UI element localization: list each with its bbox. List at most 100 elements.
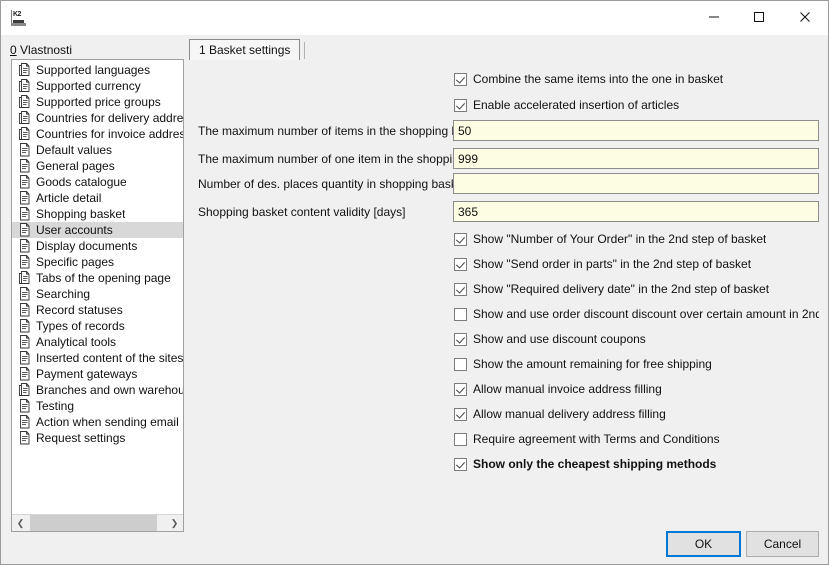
checkbox-checked-icon[interactable]: [454, 233, 467, 246]
checkbox-bottom-0[interactable]: Show "Number of Your Order" in the 2nd s…: [454, 231, 766, 247]
checkbox-label: Require agreement with Terms and Conditi…: [473, 432, 720, 446]
field-input-0[interactable]: [453, 120, 819, 141]
sidebar-item[interactable]: Article detail: [12, 190, 183, 206]
cancel-button[interactable]: Cancel: [746, 531, 819, 557]
checkbox-label: Show "Required delivery date" in the 2nd…: [473, 282, 769, 296]
sidebar-item-label: Supported price groups: [36, 94, 161, 110]
sidebar-item[interactable]: Default values: [12, 142, 183, 158]
field-input-2[interactable]: [453, 173, 819, 194]
scrollbar-thumb[interactable]: [30, 515, 157, 531]
sidebar-item[interactable]: Inserted content of the sites: [12, 350, 183, 366]
minimize-button[interactable]: [691, 1, 737, 33]
multi-document-icon: [18, 383, 31, 397]
document-icon: [18, 191, 31, 205]
checkbox-bottom-1[interactable]: Show "Send order in parts" in the 2nd st…: [454, 256, 751, 272]
sidebar-item-label: Types of records: [36, 318, 125, 334]
tab-separator: [304, 42, 305, 59]
checkbox-label: Combine the same items into the one in b…: [473, 72, 723, 86]
sidebar-item[interactable]: Tabs of the opening page: [12, 270, 183, 286]
scroll-right-arrow-icon[interactable]: ❯: [166, 515, 183, 531]
document-icon: [18, 143, 31, 157]
sidebar-item[interactable]: Countries for invoice addresses: [12, 126, 183, 142]
checkbox-bottom-6[interactable]: Allow manual invoice address filling: [454, 381, 662, 397]
sidebar-item[interactable]: Record statuses: [12, 302, 183, 318]
checkbox-unchecked-icon[interactable]: [454, 308, 467, 321]
horizontal-scrollbar[interactable]: ❮ ❯: [12, 514, 183, 531]
sidebar-item[interactable]: Request settings: [12, 430, 183, 446]
checkbox-bottom-8[interactable]: Require agreement with Terms and Conditi…: [454, 431, 720, 447]
sidebar-item[interactable]: Payment gateways: [12, 366, 183, 382]
sidebar-item-label: Record statuses: [36, 302, 123, 318]
checkbox-unchecked-icon[interactable]: [454, 358, 467, 371]
sidebar-item[interactable]: Testing: [12, 398, 183, 414]
multi-document-icon: [18, 63, 31, 77]
scroll-left-arrow-icon[interactable]: ❮: [12, 515, 29, 531]
sidebar-item-label: Analytical tools: [36, 334, 116, 350]
sidebar-item[interactable]: Action when sending email: [12, 414, 183, 430]
checkbox-checked-icon[interactable]: [454, 408, 467, 421]
sidebar-item-label: Display documents: [36, 238, 137, 254]
checkbox-bottom-2[interactable]: Show "Required delivery date" in the 2nd…: [454, 281, 769, 297]
sidebar-item-label: Branches and own warehouses: [36, 382, 183, 398]
sidebar-item[interactable]: Analytical tools: [12, 334, 183, 350]
sidebar-item[interactable]: Countries for delivery addresses: [12, 110, 183, 126]
checkbox-checked-icon[interactable]: [454, 283, 467, 296]
document-icon: [18, 303, 31, 317]
sidebar-item[interactable]: User accounts: [12, 222, 183, 238]
checkbox-checked-icon[interactable]: [454, 458, 467, 471]
tab-basket-settings[interactable]: 1 Basket settings: [189, 39, 300, 60]
sidebar-item[interactable]: Types of records: [12, 318, 183, 334]
document-icon: [18, 175, 31, 189]
field-input-1[interactable]: [453, 148, 819, 169]
properties-list[interactable]: Supported languagesSupported currencySup…: [12, 62, 183, 511]
checkbox-bottom-7[interactable]: Allow manual delivery address filling: [454, 406, 666, 422]
checkbox-checked-icon[interactable]: [454, 333, 467, 346]
checkbox-checked-icon[interactable]: [454, 73, 467, 86]
sidebar-item[interactable]: Supported languages: [12, 62, 183, 78]
checkbox-checked-icon[interactable]: [454, 383, 467, 396]
document-icon: [18, 255, 31, 269]
app-icon: K2: [11, 10, 29, 28]
multi-document-icon: [18, 95, 31, 109]
sidebar-item[interactable]: Specific pages: [12, 254, 183, 270]
sidebar-item[interactable]: Goods catalogue: [12, 174, 183, 190]
document-icon: [18, 367, 31, 381]
properties-list-label: 0 Vlastnosti: [10, 43, 72, 57]
document-icon: [18, 319, 31, 333]
sidebar-item[interactable]: General pages: [12, 158, 183, 174]
tab-strip: 1 Basket settings: [189, 39, 819, 61]
checkbox-bottom-4[interactable]: Show and use discount coupons: [454, 331, 646, 347]
document-icon: [18, 335, 31, 349]
checkbox-checked-icon[interactable]: [454, 258, 467, 271]
sidebar-item[interactable]: Searching: [12, 286, 183, 302]
sidebar-item-label: Action when sending email: [36, 414, 179, 430]
checkbox-checked-icon[interactable]: [454, 99, 467, 112]
properties-listbox[interactable]: Supported languagesSupported currencySup…: [11, 59, 184, 532]
close-button[interactable]: [782, 1, 828, 33]
document-icon: [18, 207, 31, 221]
checkbox-label: Allow manual delivery address filling: [473, 407, 666, 421]
sidebar-item-label: Countries for delivery addresses: [36, 110, 183, 126]
sidebar-item-label: Searching: [36, 286, 90, 302]
sidebar-item[interactable]: Supported price groups: [12, 94, 183, 110]
document-icon: [18, 159, 31, 173]
document-icon: [18, 351, 31, 365]
maximize-button[interactable]: [736, 1, 782, 33]
checkbox-bottom-3[interactable]: Show and use order discount discount ove…: [454, 306, 829, 322]
sidebar-item[interactable]: Supported currency: [12, 78, 183, 94]
dialog-window: K2 0 Vlastnosti Supported languagesSuppo…: [0, 0, 829, 565]
maximize-icon: [753, 11, 765, 23]
checkbox-top-0[interactable]: Combine the same items into the one in b…: [454, 71, 723, 87]
sidebar-item[interactable]: Shopping basket: [12, 206, 183, 222]
sidebar-item[interactable]: Branches and own warehouses: [12, 382, 183, 398]
sidebar-item-label: Supported languages: [36, 62, 150, 78]
checkbox-bottom-9[interactable]: Show only the cheapest shipping methods: [454, 456, 716, 472]
sidebar-item-label: Testing: [36, 398, 74, 414]
checkbox-top-1[interactable]: Enable accelerated insertion of articles: [454, 97, 679, 113]
checkbox-bottom-5[interactable]: Show the amount remaining for free shipp…: [454, 356, 712, 372]
multi-document-icon: [18, 271, 31, 285]
sidebar-item[interactable]: Display documents: [12, 238, 183, 254]
field-input-3[interactable]: [453, 201, 819, 222]
ok-button[interactable]: OK: [666, 531, 741, 557]
checkbox-unchecked-icon[interactable]: [454, 433, 467, 446]
